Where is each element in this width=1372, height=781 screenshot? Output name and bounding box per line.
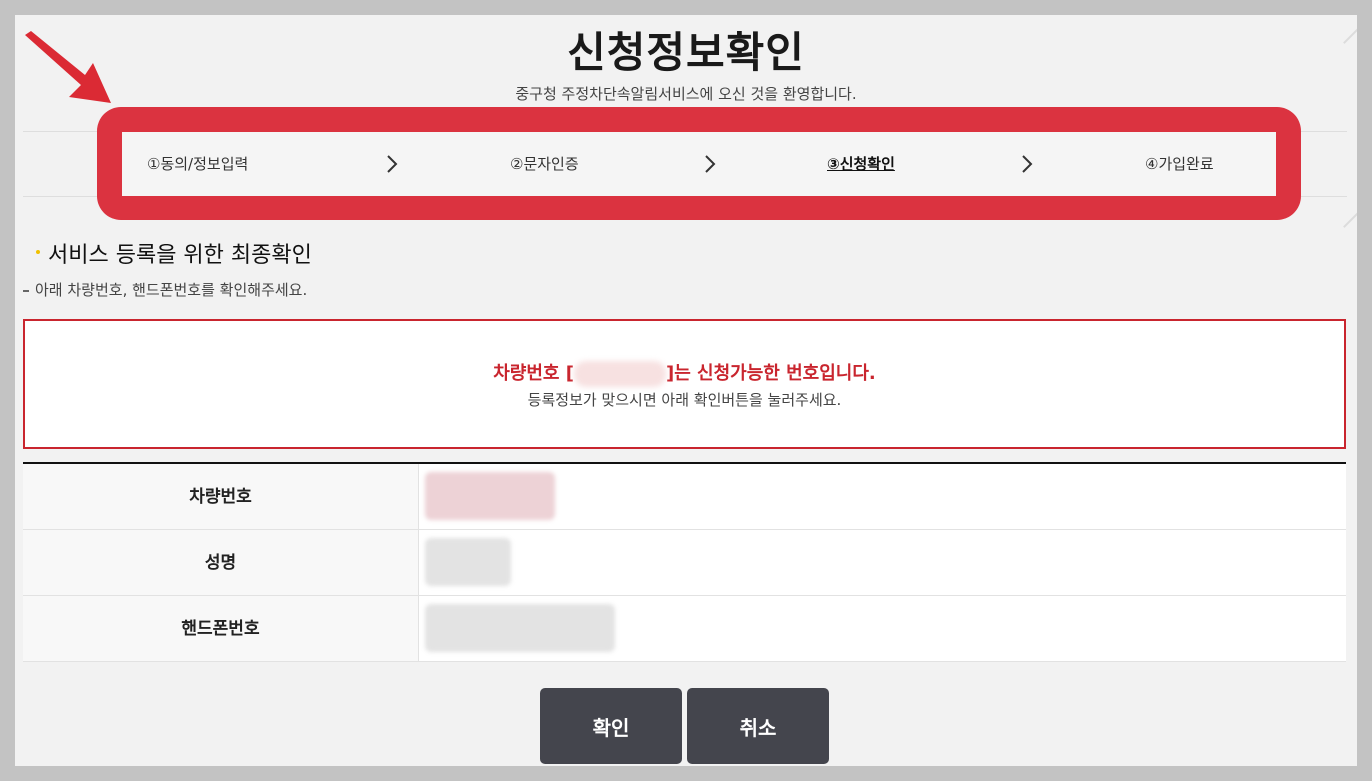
notice-prefix: 차량번호 [ (493, 363, 574, 384)
section-description: 아래 차량번호, 핸드폰번호를 확인해주세요. (23, 279, 307, 300)
page-title: 신청정보확인 (567, 28, 805, 77)
bullet-dot-icon (36, 250, 40, 254)
value-plate-number (419, 464, 1346, 529)
availability-notice: 차량번호 [ ]는 신청가능한 번호입니다. 등록정보가 맞으시면 아래 확인버튼… (23, 319, 1346, 449)
value-name (419, 530, 1346, 595)
page-subtitle: 중구청 주정차단속알림서비스에 오신 것을 환영합니다. (515, 85, 857, 103)
value-phone (419, 596, 1346, 661)
redacted-value (425, 538, 511, 586)
info-table: 차량번호 성명 핸드폰번호 (23, 462, 1346, 662)
label-phone: 핸드폰번호 (23, 596, 419, 661)
chevron-right-icon (705, 155, 716, 173)
section-description-text: 아래 차량번호, 핸드폰번호를 확인해주세요. (35, 281, 308, 299)
chevron-right-icon (387, 155, 398, 173)
notice-suffix: ]는 신청가능한 번호입니다. (665, 363, 876, 384)
table-row: 핸드폰번호 (23, 596, 1346, 662)
step-signup-complete: ④가입완료 (1145, 155, 1214, 173)
redacted-plate-number (573, 361, 666, 387)
section-title: 서비스 등록을 위한 최종확인 (36, 237, 312, 269)
redacted-value (425, 472, 555, 520)
table-row: 성명 (23, 530, 1346, 596)
notice-main-text: 차량번호 [ ]는 신청가능한 번호입니다. (25, 359, 1344, 387)
cancel-button[interactable]: 취소 (687, 688, 829, 764)
label-name: 성명 (23, 530, 419, 595)
page-content: 신청정보확인 중구청 주정차단속알림서비스에 오신 것을 환영합니다. ①동의/… (15, 15, 1357, 766)
step-apply-confirm: ③신청확인 (827, 155, 895, 173)
action-buttons: 확인 취소 (540, 688, 829, 764)
confirm-button[interactable]: 확인 (540, 688, 682, 764)
chevron-right-icon (1022, 155, 1033, 173)
redacted-value (425, 604, 615, 652)
dash-bullet-icon (23, 289, 29, 292)
step-sms-verify: ②문자인증 (510, 155, 579, 173)
label-plate-number: 차량번호 (23, 464, 419, 529)
step-indicator: ①동의/정보입력 ②문자인증 ③신청확인 ④가입완료 (122, 132, 1276, 196)
decorative-line (1343, 184, 1357, 228)
notice-sub-text: 등록정보가 맞으시면 아래 확인버튼을 눌러주세요. (527, 391, 842, 409)
section-title-text: 서비스 등록을 위한 최종확인 (48, 243, 312, 268)
step-agree-input: ①동의/정보입력 (147, 155, 249, 173)
table-row: 차량번호 (23, 464, 1346, 530)
